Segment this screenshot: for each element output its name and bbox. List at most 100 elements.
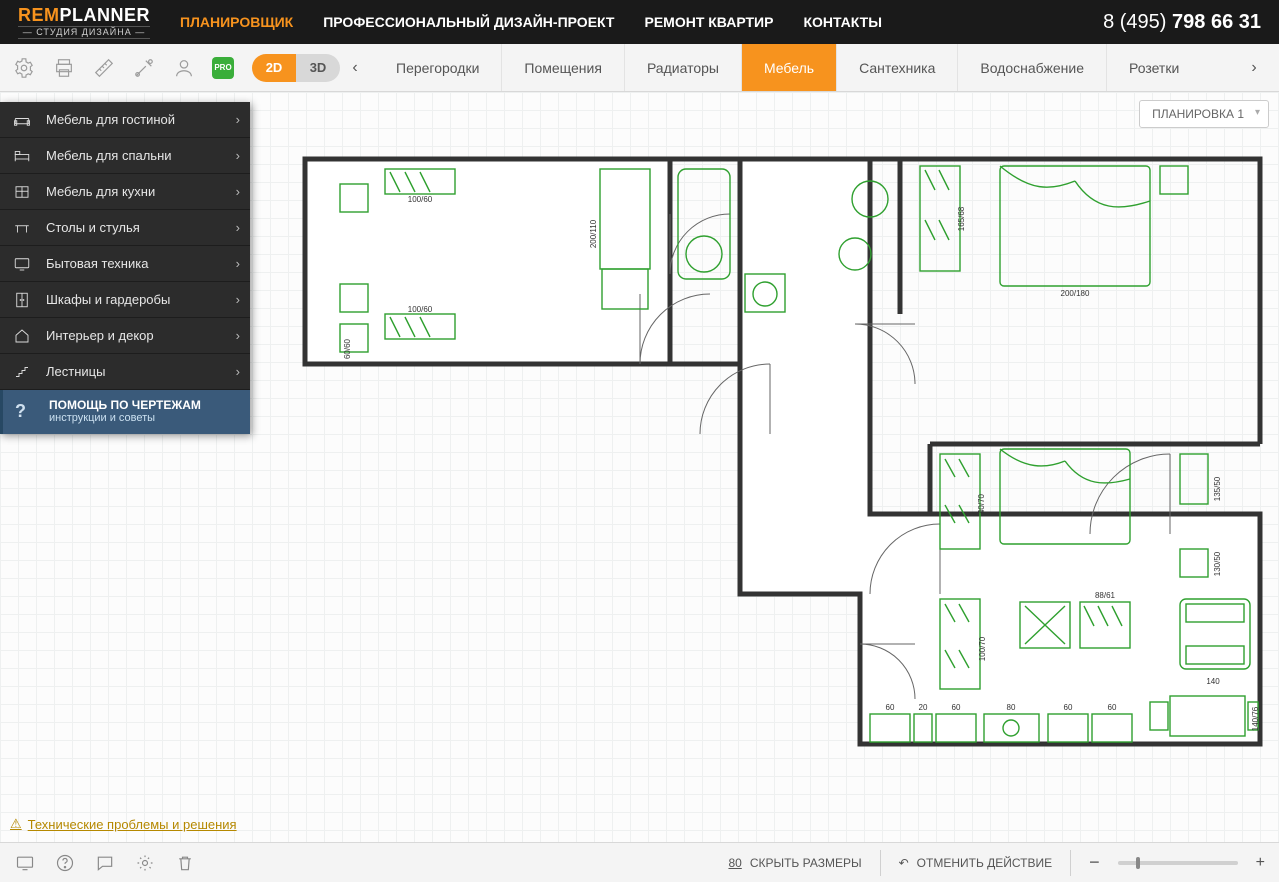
sidebar-item-label: Мебель для кухни	[46, 184, 155, 199]
nav-design-project[interactable]: ПРОФЕССИОНАЛЬНЫЙ ДИЗАЙН-ПРОЕКТ	[323, 14, 614, 30]
sidebar-item-decor[interactable]: Интерьер и декор ›	[0, 318, 250, 354]
nav-contacts[interactable]: КОНТАКТЫ	[803, 14, 881, 30]
svg-text:165/68: 165/68	[957, 206, 966, 231]
hide-sizes-count: 80	[728, 856, 741, 870]
sidebar-item-appliances[interactable]: Бытовая техника ›	[0, 246, 250, 282]
plan-dropdown[interactable]: ПЛАНИРОВКА 1	[1139, 100, 1269, 128]
sidebar-item-bedroom[interactable]: Мебель для спальни ›	[0, 138, 250, 174]
separator	[1070, 850, 1071, 876]
bottom-bar: 80 СКРЫТЬ РАЗМЕРЫ ↶ ОТМЕНИТЬ ДЕЙСТВИЕ − …	[0, 842, 1279, 882]
tab-radiators[interactable]: Радиаторы	[624, 44, 741, 91]
tab-sockets[interactable]: Розетки	[1106, 44, 1201, 91]
toolbar: PRO 2D 3D ‹ Перегородки Помещения Радиат…	[0, 44, 1279, 92]
sidebar-item-label: Мебель для спальни	[46, 148, 172, 163]
zoom-out-button[interactable]: −	[1089, 852, 1100, 873]
sidebar-item-stairs[interactable]: Лестницы ›	[0, 354, 250, 390]
tab-walls[interactable]: Перегородки	[374, 44, 501, 91]
sidebar-item-label: Столы и стулья	[46, 220, 140, 235]
svg-text:40/70: 40/70	[977, 493, 986, 514]
separator	[880, 850, 881, 876]
help-title: ПОМОЩЬ ПО ЧЕРТЕЖАМ	[49, 398, 201, 412]
sidebar-item-wardrobes[interactable]: Шкафы и гардеробы ›	[0, 282, 250, 318]
tools-icon[interactable]	[132, 56, 156, 80]
nav-planner[interactable]: ПЛАНИРОВЩИК	[180, 14, 293, 30]
svg-text:80: 80	[1007, 703, 1016, 712]
gear-icon[interactable]	[134, 852, 156, 874]
svg-text:135/50: 135/50	[1213, 476, 1222, 501]
sidebar-item-tables[interactable]: Столы и стулья ›	[0, 210, 250, 246]
sidebar-help[interactable]: ? ПОМОЩЬ ПО ЧЕРТЕЖАМ инструкции и советы	[0, 390, 250, 434]
tab-rooms[interactable]: Помещения	[501, 44, 624, 91]
sidebar-item-label: Интерьер и декор	[46, 328, 154, 343]
svg-text:100/60: 100/60	[408, 195, 433, 204]
nav-renovation[interactable]: РЕМОНТ КВАРТИР	[644, 14, 773, 30]
undo-icon: ↶	[899, 856, 909, 870]
logo[interactable]: REMPLANNER — СТУДИЯ ДИЗАЙНА —	[18, 6, 150, 39]
stairs-icon	[12, 362, 32, 382]
svg-text:140: 140	[1206, 677, 1220, 686]
sidebar-item-label: Бытовая техника	[46, 256, 148, 271]
svg-text:60: 60	[952, 703, 961, 712]
trash-icon[interactable]	[174, 852, 196, 874]
chat-icon[interactable]	[94, 852, 116, 874]
sidebar-item-kitchen[interactable]: Мебель для кухни›	[0, 174, 250, 210]
sidebar-item-living[interactable]: Мебель для гостиной›	[0, 102, 250, 138]
tab-furniture[interactable]: Мебель	[741, 44, 836, 91]
pro-badge[interactable]: PRO	[212, 57, 234, 79]
screen-icon[interactable]	[14, 852, 36, 874]
print-icon[interactable]	[52, 56, 76, 80]
svg-text:60: 60	[1108, 703, 1117, 712]
tabs-scroll-right-icon[interactable]: ›	[1239, 59, 1269, 77]
tv-icon	[12, 254, 32, 274]
svg-text:200/180: 200/180	[1061, 289, 1090, 298]
logo-subtitle: — СТУДИЯ ДИЗАЙНА —	[18, 26, 150, 39]
chevron-right-icon: ›	[236, 256, 240, 271]
tech-problems-label: Технические проблемы и решения	[28, 817, 237, 832]
sidebar-item-label: Лестницы	[46, 364, 105, 379]
person-icon[interactable]	[172, 56, 196, 80]
toolbar-icons: PRO	[12, 56, 234, 80]
chevron-right-icon: ›	[236, 220, 240, 235]
chevron-right-icon: ›	[236, 364, 240, 379]
svg-text:60/60: 60/60	[343, 338, 352, 359]
tab-water[interactable]: Водоснабжение	[957, 44, 1106, 91]
hide-sizes-button[interactable]: 80 СКРЫТЬ РАЗМЕРЫ	[728, 856, 861, 870]
chevron-right-icon: ›	[236, 292, 240, 307]
tabs-scroll-left-icon[interactable]: ‹	[340, 59, 370, 77]
chevron-right-icon: ›	[236, 328, 240, 343]
category-tabs: Перегородки Помещения Радиаторы Мебель С…	[374, 44, 1239, 91]
hide-sizes-label: СКРЫТЬ РАЗМЕРЫ	[750, 856, 862, 870]
warning-icon: ⚠	[10, 816, 22, 832]
undo-button[interactable]: ↶ ОТМЕНИТЬ ДЕЙСТВИЕ	[899, 856, 1053, 870]
chevron-right-icon: ›	[236, 148, 240, 163]
logo-text: REMPLANNER	[18, 6, 150, 24]
tab-plumbing[interactable]: Сантехника	[836, 44, 957, 91]
table-icon	[12, 218, 32, 238]
view-2d-button[interactable]: 2D	[252, 54, 296, 82]
phone-number[interactable]: 8 (495) 798 66 31	[1103, 11, 1261, 34]
help-icon[interactable]	[54, 852, 76, 874]
wardrobe-icon	[12, 290, 32, 310]
help-subtitle: инструкции и советы	[49, 412, 201, 424]
svg-text:100/70: 100/70	[978, 636, 987, 661]
main-header: REMPLANNER — СТУДИЯ ДИЗАЙНА — ПЛАНИРОВЩИ…	[0, 0, 1279, 44]
svg-text:60: 60	[886, 703, 895, 712]
kitchen-icon	[12, 182, 32, 202]
tech-problems-link[interactable]: ⚠ Технические проблемы и решения	[10, 816, 237, 832]
svg-text:200/110: 200/110	[589, 219, 598, 248]
settings-icon[interactable]	[12, 56, 36, 80]
question-icon: ?	[15, 401, 35, 422]
svg-text:60: 60	[1064, 703, 1073, 712]
sidebar-item-label: Шкафы и гардеробы	[46, 292, 170, 307]
svg-text:130/50: 130/50	[1213, 551, 1222, 576]
undo-label: ОТМЕНИТЬ ДЕЙСТВИЕ	[917, 856, 1052, 870]
zoom-in-button[interactable]: +	[1256, 854, 1265, 872]
svg-text:88/61: 88/61	[1095, 591, 1116, 600]
furniture-sidebar: Мебель для гостиной› Мебель для спальни ›…	[0, 102, 250, 434]
floorplan-drawing[interactable]: 100/60 100/60 60/60 200/110 165/68 200/1…	[300, 154, 1270, 774]
bed-icon	[12, 146, 32, 166]
view-toggle: 2D 3D	[252, 54, 340, 82]
view-3d-button[interactable]: 3D	[296, 54, 340, 82]
zoom-slider[interactable]	[1118, 861, 1238, 865]
ruler-icon[interactable]	[92, 56, 116, 80]
